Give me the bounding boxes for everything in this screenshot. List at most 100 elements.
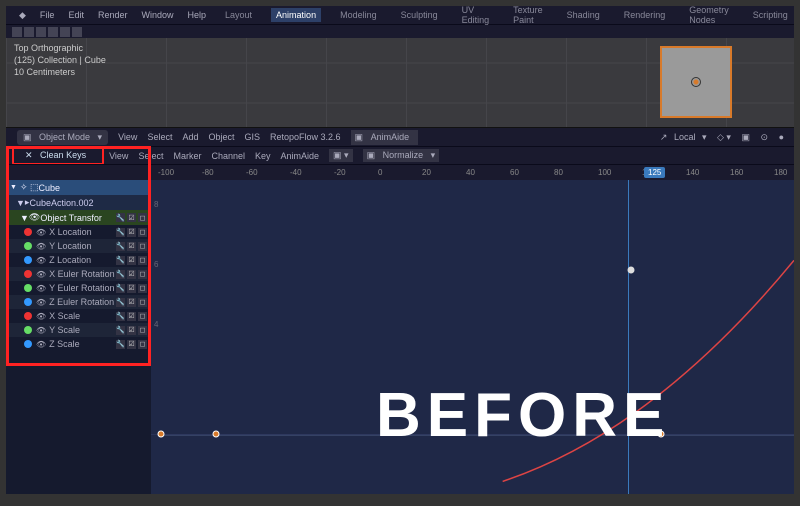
menu-retopoflow[interactable]: RetopoFlow 3.2.6 — [270, 132, 341, 142]
tool-chip-4[interactable] — [60, 27, 70, 37]
channel-track[interactable]: 👁Y Euler Rotation🔧☑◻ — [6, 281, 151, 295]
menu-window[interactable]: Window — [141, 10, 173, 20]
checkbox-icon[interactable]: ☑ — [127, 256, 136, 265]
wrench-icon[interactable]: 🔧 — [116, 326, 125, 335]
tab-rendering[interactable]: Rendering — [619, 8, 671, 22]
wrench-icon[interactable]: 🔧 — [116, 228, 125, 237]
lock-icon[interactable]: ◻ — [138, 284, 147, 293]
orientation-selector[interactable]: ↗ Local ▾ — [660, 132, 707, 142]
channel-root[interactable]: ▼✧ ⬚ Cube — [6, 180, 151, 195]
checkbox-icon[interactable]: ☑ — [127, 284, 136, 293]
checkbox-icon[interactable]: ☑ — [127, 270, 136, 279]
wrench-icon[interactable]: 🔧 — [116, 256, 125, 265]
tab-geonodes[interactable]: Geometry Nodes — [684, 6, 734, 27]
frame-ruler[interactable]: -100 -80 -60 -40 -20 0 20 40 60 80 100 1… — [6, 164, 794, 180]
scene-icon[interactable] — [12, 27, 22, 37]
eye-icon[interactable]: 👁 — [36, 340, 46, 349]
track-label: X Location — [49, 227, 92, 237]
tool-chip-2[interactable] — [36, 27, 46, 37]
lock-icon[interactable]: ◻ — [138, 312, 147, 321]
menu-animaide[interactable]: ▣ AnimAide — [351, 130, 419, 145]
ge-view[interactable]: View — [109, 151, 128, 161]
tab-modeling[interactable]: Modeling — [335, 8, 382, 22]
ge-animaide[interactable]: AnimAide — [281, 151, 320, 161]
menu-object[interactable]: Object — [208, 132, 234, 142]
channel-group[interactable]: ▼👁 Object Transfor🔧☑◻ — [6, 210, 151, 225]
tool-chip-3[interactable] — [48, 27, 58, 37]
menu-edit[interactable]: Edit — [68, 10, 84, 20]
checkbox-icon[interactable]: ☑ — [127, 242, 136, 251]
channel-track[interactable]: 👁Z Scale🔧☑◻ — [6, 337, 151, 351]
eye-icon[interactable]: 👁 — [36, 228, 46, 237]
checkbox-icon[interactable]: ☑ — [127, 326, 136, 335]
ge-channel[interactable]: Channel — [211, 151, 245, 161]
shading-toggle[interactable]: ● — [779, 132, 784, 142]
mode-selector[interactable]: ▣ Object Mode ▾ — [17, 130, 108, 145]
tab-layout[interactable]: Layout — [220, 8, 257, 22]
lock-icon[interactable]: ◻ — [138, 228, 147, 237]
channel-track[interactable]: 👁Z Location🔧☑◻ — [6, 253, 151, 267]
wrench-icon[interactable]: 🔧 — [116, 340, 125, 349]
channel-action[interactable]: ▼▸ CubeAction.002 — [6, 195, 151, 210]
menu-gis[interactable]: GIS — [244, 132, 260, 142]
ge-marker[interactable]: Marker — [173, 151, 201, 161]
tab-uv[interactable]: UV Editing — [457, 6, 495, 27]
menu-help[interactable]: Help — [188, 10, 207, 20]
tab-sculpting[interactable]: Sculpting — [396, 8, 443, 22]
channel-track[interactable]: 👁Y Scale🔧☑◻ — [6, 323, 151, 337]
checkbox-icon[interactable]: ☑ — [127, 312, 136, 321]
wrench-icon[interactable]: 🔧 — [116, 242, 125, 251]
menu-render[interactable]: Render — [98, 10, 128, 20]
channel-track[interactable]: 👁X Location 🔧☑◻ — [6, 225, 151, 239]
3d-viewport[interactable]: Top Orthographic (125) Collection | Cube… — [6, 38, 794, 128]
lock-icon[interactable]: ◻ — [138, 326, 147, 335]
tab-animation[interactable]: Animation — [271, 8, 321, 22]
lock-icon[interactable]: ◻ — [138, 340, 147, 349]
eye-icon[interactable]: 👁 — [36, 256, 46, 265]
lock-icon[interactable]: ◻ — [138, 213, 147, 222]
ge-key[interactable]: Key — [255, 151, 271, 161]
tab-shading[interactable]: Shading — [562, 8, 605, 22]
checkbox-icon[interactable]: ☑ — [127, 228, 136, 237]
tool-chip-1[interactable] — [24, 27, 34, 37]
ge-select[interactable]: Select — [138, 151, 163, 161]
overlay-toggle[interactable]: ▣ — [741, 132, 750, 142]
snap-toggle[interactable]: ◇ ▾ — [717, 132, 731, 142]
filter-icon[interactable]: ▣ ▾ — [329, 149, 353, 162]
wrench-icon[interactable]: 🔧 — [116, 298, 125, 307]
eye-icon[interactable]: 👁 — [36, 312, 46, 321]
gizmo-toggle[interactable]: ⊙ — [761, 132, 769, 142]
channel-track[interactable]: 👁Z Euler Rotation🔧☑◻ — [6, 295, 151, 309]
tab-scripting[interactable]: Scripting — [748, 8, 793, 22]
menu-view[interactable]: View — [118, 132, 137, 142]
menu-file[interactable]: File — [40, 10, 55, 20]
eye-icon[interactable]: 👁 — [36, 284, 46, 293]
tool-chip-5[interactable] — [72, 27, 82, 37]
lock-icon[interactable]: ◻ — [138, 270, 147, 279]
eye-icon[interactable]: 👁 — [36, 298, 46, 307]
checkbox-icon[interactable]: ☑ — [127, 298, 136, 307]
channel-track[interactable]: 👁X Scale🔧☑◻ — [6, 309, 151, 323]
lock-icon[interactable]: ◻ — [138, 256, 147, 265]
playhead-label[interactable]: 125 — [644, 167, 665, 178]
graph-plot[interactable]: 8 6 4 BEFORE — [151, 180, 794, 494]
wrench-icon[interactable]: 🔧 — [116, 312, 125, 321]
wrench-icon[interactable]: 🔧 — [116, 213, 125, 222]
checkbox-icon[interactable]: ☑ — [127, 340, 136, 349]
clean-keys-button[interactable]: ✕ Clean Keys — [19, 148, 97, 163]
wrench-icon[interactable]: 🔧 — [116, 284, 125, 293]
eye-icon[interactable]: 👁 — [36, 270, 46, 279]
menu-add[interactable]: Add — [182, 132, 198, 142]
eye-icon[interactable]: 👁 — [36, 242, 46, 251]
tab-texturepaint[interactable]: Texture Paint — [508, 6, 548, 27]
eye-icon[interactable]: 👁 — [36, 326, 46, 335]
normalize-button[interactable]: ▣ Normalize ▾ — [363, 149, 440, 162]
channel-track[interactable]: 👁Y Location🔧☑◻ — [6, 239, 151, 253]
lock-icon[interactable]: ◻ — [138, 298, 147, 307]
channel-track[interactable]: 👁X Euler Rotation🔧☑◻ — [6, 267, 151, 281]
lock-icon[interactable]: ◻ — [138, 242, 147, 251]
camera-view-icon[interactable] — [660, 46, 732, 118]
checkbox-icon[interactable]: ☑ — [127, 213, 136, 222]
menu-select[interactable]: Select — [147, 132, 172, 142]
wrench-icon[interactable]: 🔧 — [116, 270, 125, 279]
